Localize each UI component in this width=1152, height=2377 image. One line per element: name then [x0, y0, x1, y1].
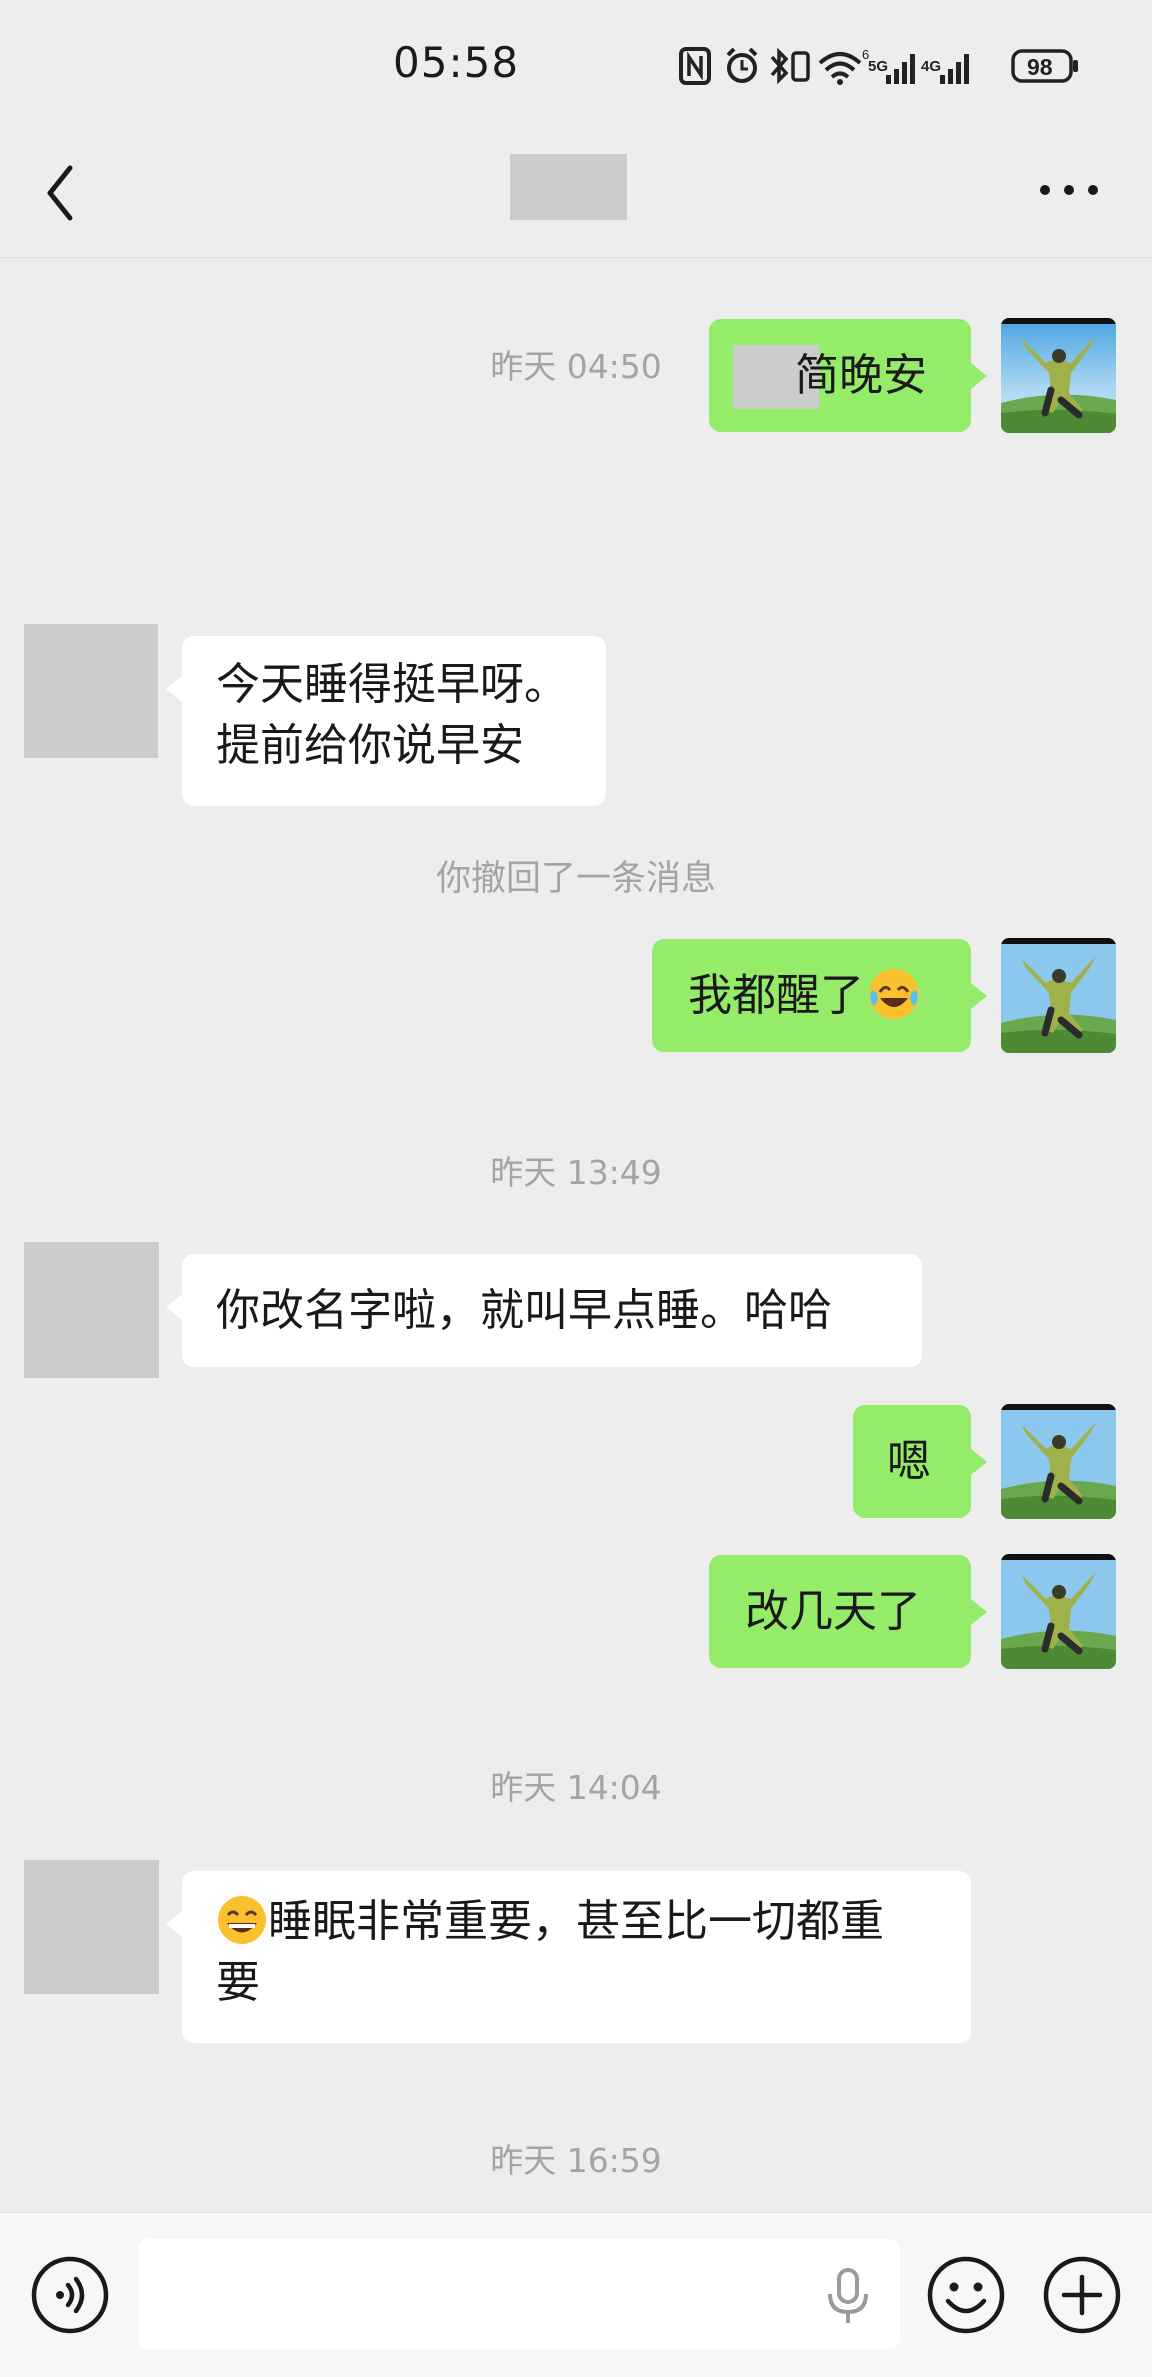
laugh-cry-emoji-icon — [869, 969, 919, 1019]
chat-header — [0, 130, 1152, 258]
avatar-self[interactable] — [1001, 1404, 1116, 1519]
message-bubble-sent[interactable]: 我都醒了 — [652, 939, 987, 1052]
vibrate-icon — [791, 51, 810, 82]
microphone-icon[interactable] — [822, 2267, 874, 2325]
input-bar — [0, 2212, 1152, 2377]
status-icons: 6 5G 4G 98 — [679, 47, 1078, 85]
battery-level: 98 — [1027, 54, 1053, 80]
timestamp-text: 昨天 04:50 — [490, 347, 662, 386]
message-bubble-received[interactable]: 睡眠非常重要，甚至比一切都重 要 — [166, 1871, 971, 2043]
chevron-left-icon[interactable] — [40, 158, 84, 228]
signal-icon-2 — [940, 54, 969, 84]
grin-emoji-icon — [218, 1896, 266, 1944]
message-bubble-sent[interactable]: 改几天了 — [709, 1555, 987, 1668]
message-text-line-2: 提前给你说早安 — [216, 720, 524, 771]
contact-name-redacted — [510, 154, 627, 220]
nfc-icon — [679, 47, 711, 85]
network-5g-label: 5G — [868, 58, 888, 75]
avatar-self[interactable] — [1001, 938, 1116, 1053]
message-text: 你改名字啦，就叫早点睡。哈哈 — [216, 1285, 832, 1336]
status-bar: 05:58 6 5G 4G 98 — [0, 0, 1152, 130]
avatar-contact[interactable] — [24, 624, 158, 758]
message-bubble-received[interactable]: 你改名字啦，就叫早点睡。哈哈 — [166, 1254, 922, 1367]
message-text-line-1: 今天睡得挺早呀。 — [216, 659, 568, 710]
emoji-icon[interactable] — [926, 2255, 1006, 2335]
avatar-contact[interactable] — [24, 1860, 159, 1994]
timestamp: 昨天 16:59 — [490, 2141, 662, 2180]
message-text-line-2: 要 — [216, 1957, 260, 2008]
bluetooth-icon — [770, 47, 789, 85]
signal-icon-1 — [886, 54, 915, 84]
timestamp: 昨天 14:04 — [490, 1768, 662, 1807]
message-input[interactable] — [138, 2239, 900, 2349]
voice-icon[interactable] — [30, 2255, 110, 2335]
avatar-contact[interactable] — [24, 1242, 159, 1378]
plus-icon[interactable] — [1042, 2255, 1122, 2335]
message-text: 嗯 — [887, 1436, 931, 1487]
status-time: 05:58 — [393, 38, 520, 87]
network-4g-label: 4G — [921, 58, 941, 75]
more-dots-icon[interactable] — [1035, 178, 1103, 202]
message-text: 改几天了 — [745, 1586, 921, 1637]
recall-notice: 你撤回了一条消息 — [435, 859, 716, 899]
timestamp: 昨天 13:49 — [490, 1153, 662, 1192]
message-list[interactable]: 简晚安 昨天 04:50 今天睡得挺早呀。 提前给你说早安 你撤回了一条消息 我… — [0, 258, 1152, 2210]
alarm-icon — [726, 47, 758, 83]
message-text-line-1: 睡眠非常重要，甚至比一切都重 — [268, 1896, 884, 1947]
message-text: 我都醒了 — [688, 970, 864, 1021]
message-bubble-received[interactable]: 今天睡得挺早呀。 提前给你说早安 — [166, 636, 606, 806]
wifi-icon — [818, 52, 862, 85]
message-bubble-sent[interactable]: 嗯 — [853, 1405, 987, 1518]
avatar-self[interactable] — [1001, 1554, 1116, 1669]
